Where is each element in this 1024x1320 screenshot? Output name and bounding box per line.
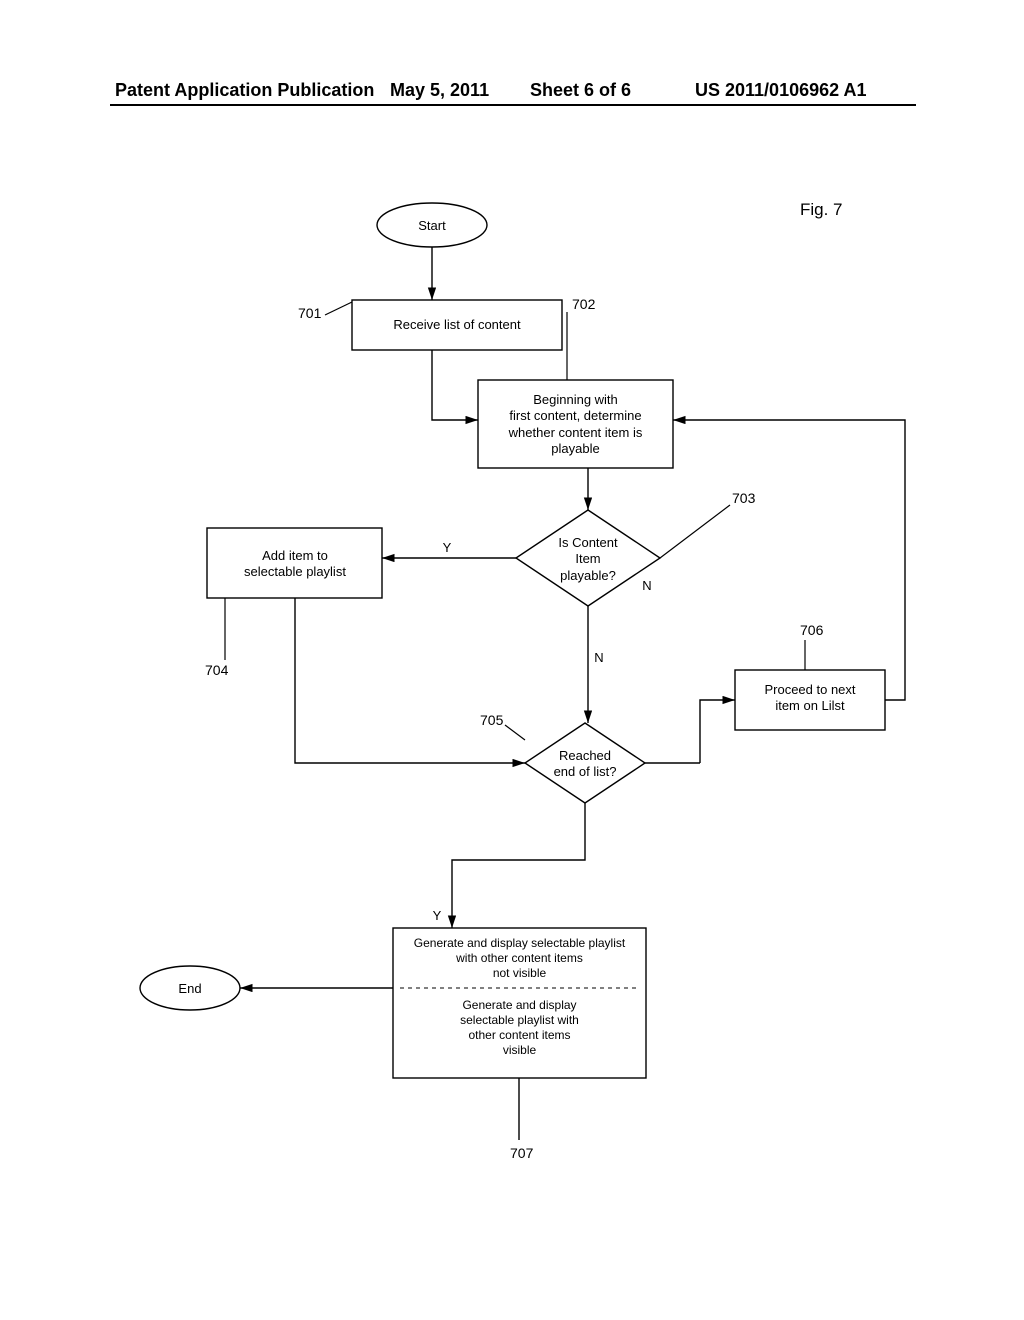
label-703-n: N [640,578,654,594]
label-703-y: Y [440,540,454,556]
node-704: Add item to selectable playlist [215,548,375,581]
ref-705: 705 [480,712,503,728]
end-label: End [168,981,212,997]
node-707a: Generate and display selectable playlist… [398,936,641,981]
ref-702: 702 [572,296,595,312]
ref-704: 704 [205,662,228,678]
start-label: Start [410,218,454,234]
node-703: Is Content Item playable? [540,535,636,584]
label-705-n-vert: N [592,650,606,666]
ref-703: 703 [732,490,755,506]
node-707b: Generate and display selectable playlist… [398,998,641,1058]
ref-701: 701 [298,305,321,321]
flowchart-svg [0,0,1024,1320]
node-702: Beginning with first content, determine … [484,392,667,457]
label-705-y: Y [430,908,444,924]
ref-706: 706 [800,622,823,638]
node-706: Proceed to next item on Lilst [740,682,880,715]
ref-707: 707 [510,1145,533,1161]
node-701: Receive list of content [360,317,554,333]
node-705: Reached end of list? [548,748,622,781]
